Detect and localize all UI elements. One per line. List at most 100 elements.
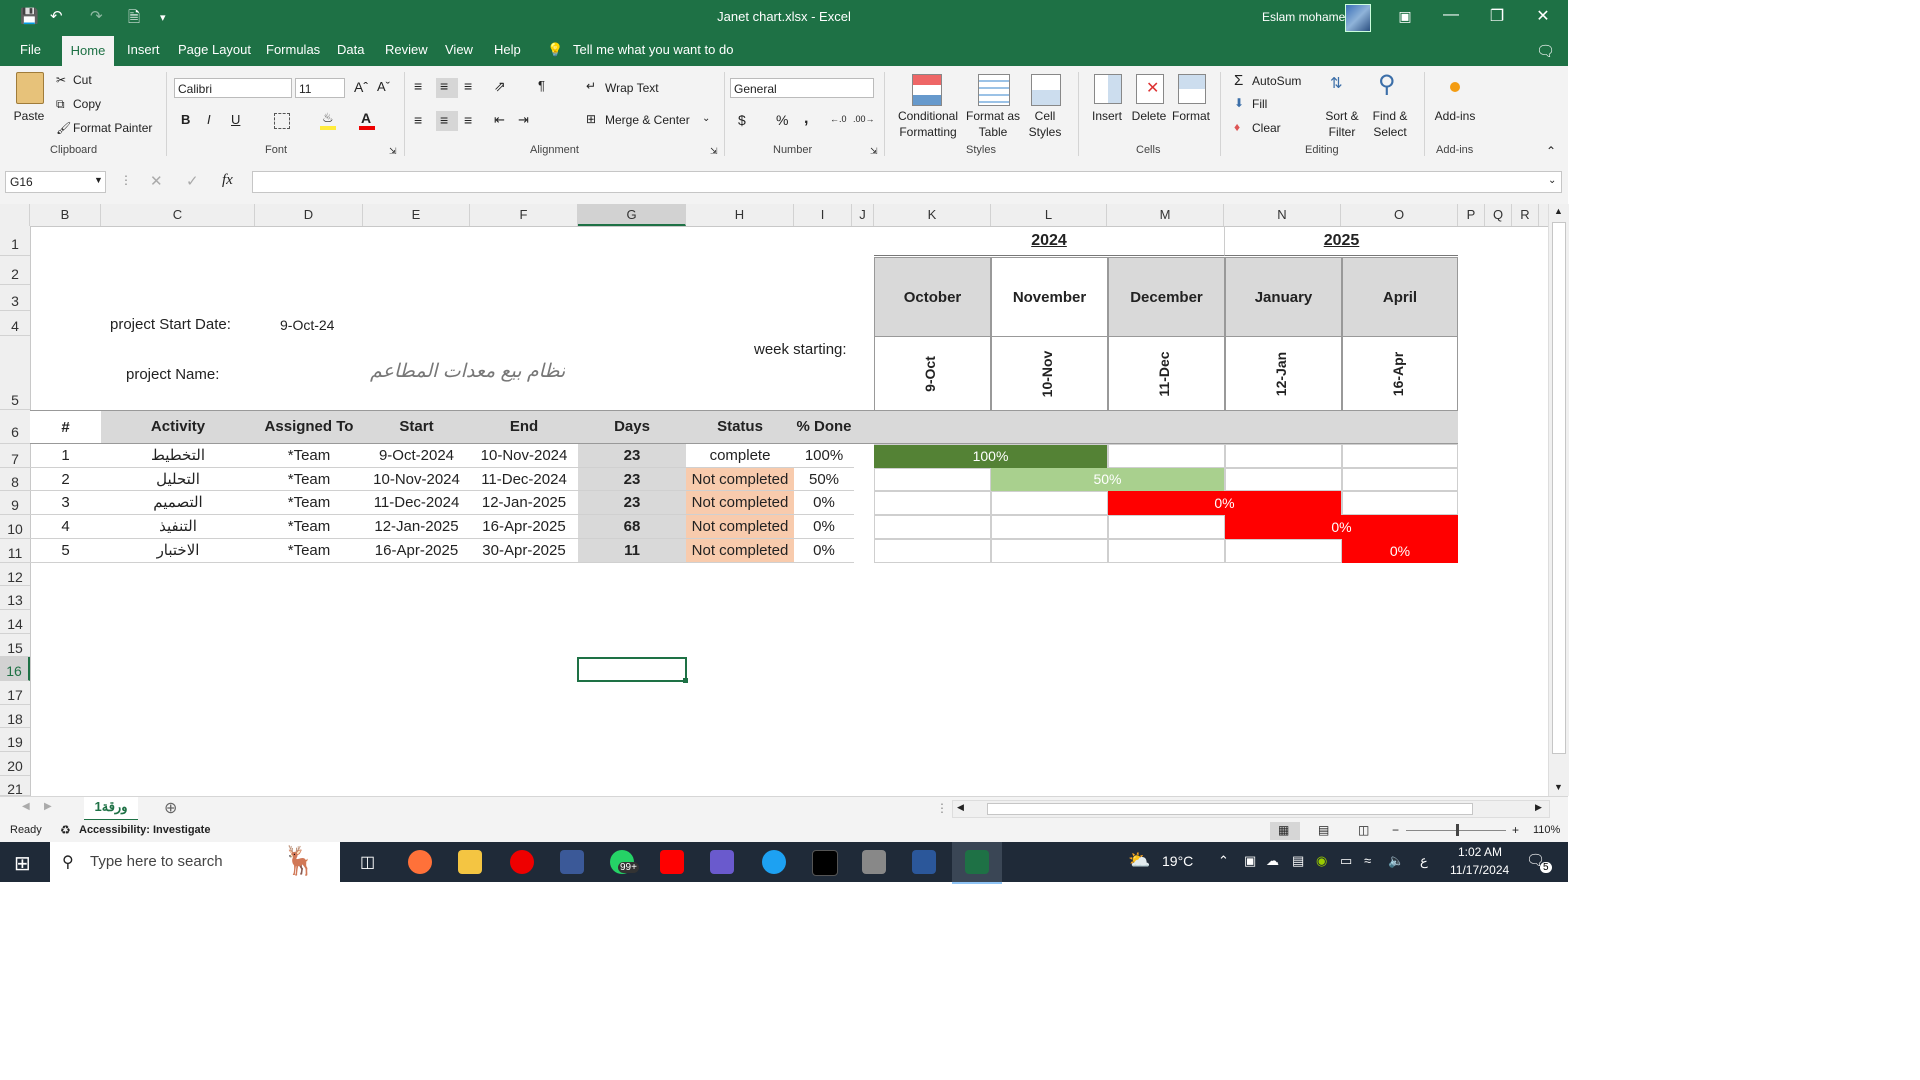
gantt-cell[interactable] (1342, 468, 1458, 491)
format-as-table-button[interactable]: Format as Table (962, 108, 1024, 140)
formula-input[interactable] (252, 171, 1562, 193)
tab-split-grip-icon[interactable]: ⋮ (936, 801, 948, 815)
zoom-out-icon[interactable]: − (1392, 823, 1399, 837)
gantt-cell[interactable] (1225, 444, 1342, 468)
task-cell-num[interactable]: 1 (30, 444, 101, 468)
sheet-tab-1[interactable]: ورقة1 (84, 797, 138, 822)
gantt-cell[interactable] (991, 539, 1108, 563)
task-cell-done[interactable]: 0% (794, 539, 854, 563)
clear-button[interactable]: Clear (1252, 121, 1281, 135)
app-tray-icon[interactable]: ◉ (1316, 853, 1327, 869)
format-cells-button[interactable]: Format (1170, 108, 1212, 124)
task-cell-end[interactable]: 12-Jan-2025 (470, 491, 578, 515)
row-header-17[interactable]: 17 (0, 681, 30, 705)
column-header-i[interactable]: I (794, 204, 852, 226)
add-ins-button[interactable]: Add-ins (1430, 108, 1480, 124)
row-header-7[interactable]: 7 (0, 444, 30, 468)
decrease-decimal-icon[interactable]: .00→ (853, 114, 875, 124)
task-cell-status[interactable]: Not completed (686, 468, 794, 491)
cut-button[interactable]: Cut (73, 73, 92, 87)
task-cell-done[interactable]: 0% (794, 515, 854, 539)
expand-formula-bar-icon[interactable]: ⌄ (1548, 175, 1556, 186)
column-header-k[interactable]: K (874, 204, 991, 226)
header-status[interactable]: Status (686, 410, 794, 444)
clock-time[interactable]: 1:02 AM (1458, 845, 1502, 859)
task-cell-days[interactable]: 23 (578, 491, 686, 515)
cell-styles-icon[interactable] (1031, 74, 1061, 106)
decrease-font-icon[interactable]: Aˇ (377, 79, 390, 94)
accessibility-icon[interactable]: ♻ (60, 823, 71, 837)
firefox-icon[interactable] (408, 850, 432, 874)
task-cell-num[interactable]: 3 (30, 491, 101, 515)
font-dialog-launcher-icon[interactable]: ⇲ (389, 146, 397, 157)
font-color-icon[interactable]: A (361, 110, 371, 126)
gantt-cell[interactable] (991, 515, 1108, 539)
conditional-formatting-icon[interactable] (912, 74, 942, 106)
gantt-bar-2[interactable]: 50% (991, 468, 1224, 491)
row-header-4[interactable]: 4 (0, 311, 30, 336)
scroll-right-icon[interactable]: ▶ (1535, 802, 1542, 813)
row-header-12[interactable]: 12 (0, 563, 30, 586)
task-cell-activity[interactable]: الاختبار (101, 539, 255, 563)
task-cell-status[interactable]: complete (686, 444, 794, 468)
row-header-11[interactable]: 11 (0, 539, 30, 563)
column-header-o[interactable]: O (1341, 204, 1458, 226)
task-cell-days[interactable]: 68 (578, 515, 686, 539)
row-header-13[interactable]: 13 (0, 586, 30, 610)
comments-icon[interactable]: 🗨 (1536, 42, 1555, 60)
gantt-cell[interactable] (874, 491, 991, 515)
row-header-14[interactable]: 14 (0, 610, 30, 634)
task-cell-days[interactable]: 23 (578, 444, 686, 468)
find-select-button[interactable]: Find & Select (1366, 108, 1414, 140)
fill-icon[interactable]: ⬇ (1234, 96, 1244, 110)
header-assigned-to[interactable]: Assigned To (255, 410, 363, 444)
column-header-h[interactable]: H (686, 204, 794, 226)
onedrive-icon[interactable]: ☁ (1266, 853, 1279, 869)
gantt-bar-5[interactable]: 0% (1342, 539, 1458, 563)
task-cell-activity[interactable]: التنفيذ (101, 515, 255, 539)
font-name-box[interactable]: Calibri (174, 78, 292, 98)
weather-temperature[interactable]: 19°C (1162, 853, 1193, 869)
gantt-cell[interactable] (1225, 468, 1342, 491)
task-cell-assigned[interactable]: *Team (255, 468, 363, 491)
task-cell-start[interactable]: 11-Dec-2024 (363, 491, 470, 515)
task-cell-days[interactable]: 23 (578, 468, 686, 491)
row-header-1[interactable]: 1 (0, 226, 30, 256)
gantt-cell[interactable] (991, 491, 1108, 515)
task-cell-start[interactable]: 10-Nov-2024 (363, 468, 470, 491)
merge-dropdown-icon[interactable]: ⌄ (702, 113, 710, 124)
column-header-d[interactable]: D (255, 204, 363, 226)
zoom-slider-thumb[interactable] (1456, 824, 1459, 836)
task-cell-end[interactable]: 16-Apr-2025 (470, 515, 578, 539)
scroll-down-icon[interactable]: ▼ (1554, 782, 1563, 792)
task-cell-num[interactable]: 2 (30, 468, 101, 491)
bold-button[interactable]: B (181, 112, 190, 127)
number-format-box[interactable]: General (730, 78, 874, 98)
text-direction-icon[interactable]: ¶ (538, 78, 545, 93)
horizontal-scroll-thumb[interactable] (987, 803, 1473, 815)
gantt-bar-4[interactable]: 0% (1225, 515, 1458, 539)
month-november[interactable]: November (991, 257, 1108, 337)
tab-home[interactable]: Home (62, 36, 114, 66)
project-start-value[interactable]: 9-Oct-24 (280, 317, 334, 333)
tab-formulas[interactable]: Formulas (266, 42, 320, 57)
gantt-cell[interactable] (874, 515, 991, 539)
gantt-bar-3[interactable]: 0% (1108, 491, 1341, 515)
number-dialog-launcher-icon[interactable]: ⇲ (870, 146, 878, 157)
selected-cell-g16[interactable] (577, 657, 687, 682)
task-cell-end[interactable]: 11-Dec-2024 (470, 468, 578, 491)
tab-view[interactable]: View (445, 42, 473, 57)
task-cell-activity[interactable]: التصميم (101, 491, 255, 515)
file-explorer-icon[interactable] (458, 850, 482, 874)
zoom-in-icon[interactable]: + (1512, 823, 1519, 837)
column-header-c[interactable]: C (101, 204, 255, 226)
task-cell-status[interactable]: Not completed (686, 515, 794, 539)
task-cell-end[interactable]: 30-Apr-2025 (470, 539, 578, 563)
cut-icon[interactable]: ✂ (56, 73, 66, 87)
opera-icon[interactable] (510, 850, 534, 874)
increase-decimal-icon[interactable]: ←.0 (830, 114, 847, 124)
next-sheet-icon[interactable]: ▶ (44, 801, 52, 812)
task-cell-done[interactable]: 0% (794, 491, 854, 515)
copy-button[interactable]: Copy (73, 97, 101, 111)
month-december[interactable]: December (1108, 257, 1225, 337)
